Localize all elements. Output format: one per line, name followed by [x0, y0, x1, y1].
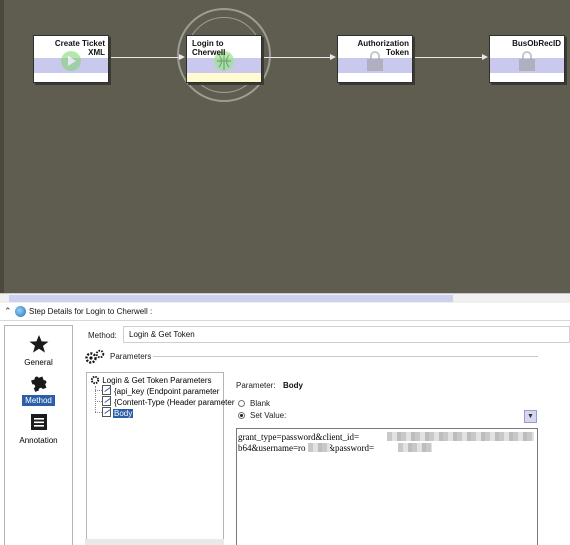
- chevron-down-icon: ▼: [527, 413, 534, 420]
- value-dropdown-button[interactable]: ▼: [524, 410, 537, 423]
- connector-1: [111, 57, 179, 58]
- tree-branch: [95, 390, 102, 391]
- nav-item-label: Method: [22, 395, 55, 406]
- tree-root-label: Login & Get Token Parameters: [102, 376, 212, 385]
- workflow-canvas[interactable]: Create Ticket XML Login to Cherwell Auth…: [0, 0, 570, 293]
- tree-item-label: {Content-Type (Header parameter: [114, 398, 235, 407]
- parameters-label: Parameters: [110, 352, 152, 361]
- tree-horizontal-scrollbar[interactable]: [85, 539, 224, 545]
- tree-root[interactable]: Login & Get Token Parameters: [90, 375, 211, 385]
- connector-2: [263, 57, 330, 58]
- redacted-password: [398, 443, 432, 452]
- method-label: Method:: [88, 331, 117, 340]
- blank-radio-label: Blank: [250, 399, 271, 408]
- gears-icon: [85, 349, 105, 364]
- workflow-node-authorization-token[interactable]: Authorization Token: [337, 35, 413, 83]
- tree-branch: [95, 412, 102, 413]
- chevron-up-icon[interactable]: ⌃: [4, 306, 12, 317]
- nav-item-label: General: [24, 358, 53, 367]
- node-title: BusObRecID: [512, 39, 561, 48]
- scrollbar-thumb[interactable]: [9, 295, 453, 302]
- connector-2-arrow: [330, 54, 336, 60]
- parameter-value: Body: [283, 381, 303, 390]
- method-field[interactable]: Login & Get Token: [123, 326, 570, 343]
- tree-branch: [95, 401, 102, 402]
- node-title: Authorization Token: [357, 39, 409, 57]
- puzzle-icon: [30, 376, 46, 392]
- step-details-header: ⌃ Step Details for Login to Cherwell :: [0, 303, 570, 321]
- node-footer: [338, 73, 412, 82]
- tree-item-label: Body: [113, 409, 134, 418]
- nav-item-annotation[interactable]: Annotation: [5, 412, 72, 446]
- node-footer: [34, 73, 108, 82]
- gear-icon: [90, 375, 100, 385]
- globe-icon: [15, 306, 26, 317]
- tree-item-label: {api_key (Endpoint parameter: [114, 387, 220, 396]
- note-icon: [30, 414, 47, 430]
- workflow-node-login-to-cherwell[interactable]: Login to Cherwell: [186, 35, 262, 83]
- document-icon: [102, 385, 111, 395]
- tree-item-api-key[interactable]: {api_key (Endpoint parameter: [95, 385, 220, 396]
- parameters-divider: [153, 356, 538, 357]
- star-icon: [29, 335, 48, 353]
- nav-item-method[interactable]: Method: [5, 372, 72, 406]
- set-value-textarea[interactable]: grant_type=password&client_id= b64&usern…: [236, 428, 538, 545]
- step-details-nav: General Method Annotation: [4, 325, 73, 545]
- redacted-username: [308, 443, 330, 452]
- lock-icon: [519, 51, 535, 71]
- connector-3-arrow: [482, 54, 488, 60]
- method-form: Method: Login & Get Token Parameters Log…: [73, 321, 570, 545]
- node-footer: [490, 73, 564, 82]
- document-icon: [102, 396, 111, 406]
- workflow-node-create-ticket-xml[interactable]: Create Ticket XML: [33, 35, 109, 83]
- node-title: Login to Cherwell: [192, 39, 226, 57]
- step-details-title: Step Details for Login to Cherwell :: [29, 307, 153, 316]
- parameters-tree[interactable]: Login & Get Token Parameters {api_key (E…: [86, 372, 235, 545]
- document-icon: [102, 407, 111, 417]
- parameter-label: Parameter:: [236, 381, 276, 390]
- redacted-client-id: [387, 432, 534, 441]
- blank-radio[interactable]: [238, 400, 245, 407]
- tree-item-body[interactable]: Body: [95, 407, 134, 418]
- workflow-node-busobrecid[interactable]: BusObRecID: [489, 35, 565, 83]
- node-footer: [187, 73, 261, 82]
- tree-item-content-type[interactable]: {Content-Type (Header parameter: [95, 396, 236, 407]
- node-title: Create Ticket XML: [54, 39, 105, 57]
- nav-item-general[interactable]: General: [5, 334, 72, 368]
- canvas-horizontal-scrollbar[interactable]: [0, 293, 570, 303]
- nav-item-label: Annotation: [19, 436, 58, 445]
- set-value-radio[interactable]: [238, 412, 245, 419]
- connector-3: [414, 57, 482, 58]
- set-value-radio-label: Set Value:: [250, 411, 287, 420]
